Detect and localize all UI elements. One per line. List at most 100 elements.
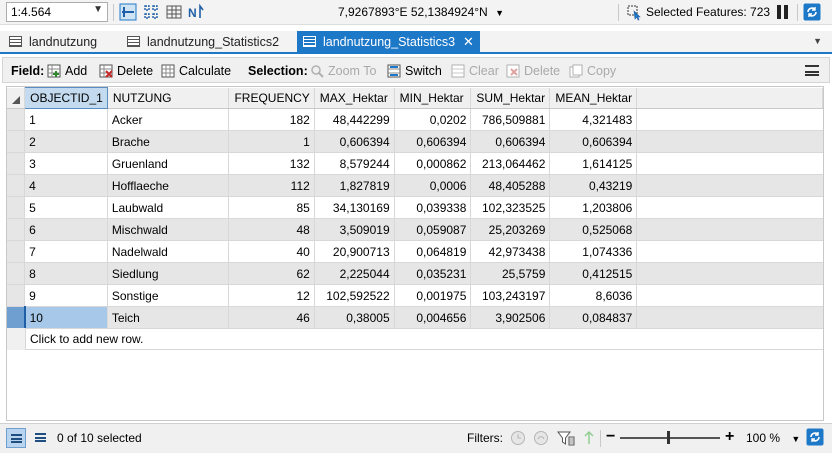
cell-frequency[interactable]: 46 [228, 306, 315, 329]
row-header[interactable] [7, 108, 26, 131]
cell-objectid[interactable]: 3 [24, 152, 108, 175]
delete-field-button[interactable]: Delete [99, 62, 153, 80]
cell-objectid[interactable]: 2 [24, 130, 108, 153]
column-header-max-hektar[interactable]: MAX_Hektar [314, 87, 395, 109]
zoom-in-button[interactable]: + [725, 428, 734, 446]
cell-frequency[interactable]: 62 [228, 262, 315, 285]
cell-frequency[interactable]: 48 [228, 218, 315, 241]
show-all-records-button[interactable] [6, 428, 26, 448]
cell-max-hektar[interactable]: 0,38005 [314, 306, 395, 329]
column-header-nutzung[interactable]: NUTZUNG [107, 87, 230, 109]
cell-nutzung[interactable]: Laubwald [107, 196, 230, 219]
table-row[interactable]: 2 Brache 1 0,606394 0,606394 0,606394 0,606394 [7, 130, 823, 153]
table-row[interactable]: 6 Mischwald 48 3,509019 0,059087 25,203269 0,5… [7, 218, 823, 241]
switch-selection-button[interactable]: Switch [387, 62, 442, 80]
cell-nutzung[interactable]: Siedlung [107, 262, 230, 285]
coordinates-readout[interactable]: 7,9267893°E 52,1384924°N ▼ [338, 5, 504, 19]
cell-nutzung[interactable]: Gruenland [107, 152, 230, 175]
add-field-button[interactable]: Add [47, 62, 87, 80]
cell-sum-hektar[interactable]: 0,606394 [470, 130, 551, 153]
table-row[interactable]: 3 Gruenland 132 8,579244 0,000862 213,064462 1… [7, 152, 823, 175]
table-grid-icon[interactable] [165, 3, 183, 21]
cell-min-hektar[interactable]: 0,039338 [394, 196, 472, 219]
cell-mean-hektar[interactable]: 0,084837 [549, 306, 638, 329]
cell-mean-hektar[interactable]: 1,203806 [549, 196, 638, 219]
cell-objectid[interactable]: 6 [24, 218, 108, 241]
tab-landnutzung[interactable]: landnutzung [9, 31, 97, 52]
cell-objectid[interactable]: 5 [24, 196, 108, 219]
row-header[interactable] [7, 196, 26, 219]
cell-sum-hektar[interactable]: 42,973438 [470, 240, 551, 263]
refresh-icon[interactable] [803, 3, 821, 21]
cell-max-hektar[interactable]: 3,509019 [314, 218, 395, 241]
row-header[interactable] [7, 284, 26, 307]
add-new-row[interactable]: Click to add new row. [7, 328, 823, 350]
zoom-slider[interactable] [620, 437, 720, 439]
table-row[interactable]: 10 Teich 46 0,38005 0,004656 3,902506 0,084837 [7, 306, 823, 329]
cell-nutzung[interactable]: Sonstige [107, 284, 230, 307]
cell-nutzung[interactable]: Brache [107, 130, 230, 153]
cell-min-hektar[interactable]: 0,000862 [394, 152, 472, 175]
menu-icon[interactable] [805, 65, 819, 76]
clear-selection-button[interactable]: Clear [451, 62, 499, 80]
cell-objectid[interactable]: 7 [24, 240, 108, 263]
cell-max-hektar[interactable]: 102,592522 [314, 284, 395, 307]
cell-frequency[interactable]: 182 [228, 108, 315, 131]
row-header[interactable] [7, 174, 26, 197]
attribute-table[interactable]: OBJECTID_1 NUTZUNG FREQUENCY MAX_Hektar … [6, 86, 824, 421]
cell-mean-hektar[interactable]: 0,525068 [549, 218, 638, 241]
cell-max-hektar[interactable]: 1,827819 [314, 174, 395, 197]
cell-mean-hektar[interactable]: 8,6036 [549, 284, 638, 307]
north-arrow-icon[interactable]: N [187, 3, 205, 21]
cell-mean-hektar[interactable]: 0,606394 [549, 130, 638, 153]
cell-sum-hektar[interactable]: 25,5759 [470, 262, 551, 285]
row-header[interactable] [7, 152, 26, 175]
grid-snap-icon[interactable] [142, 3, 160, 21]
pause-icon[interactable] [777, 5, 789, 19]
table-row[interactable]: 5 Laubwald 85 34,130169 0,039338 102,323525 1,… [7, 196, 823, 219]
table-row[interactable]: 4 Hofflaeche 112 1,827819 0,0006 48,405288 0,4… [7, 174, 823, 197]
cell-objectid[interactable]: 1 [24, 108, 108, 131]
cell-sum-hektar[interactable]: 3,902506 [470, 306, 551, 329]
cell-sum-hektar[interactable]: 48,405288 [470, 174, 551, 197]
delete-selection-button[interactable]: Delete [506, 62, 560, 80]
cell-mean-hektar[interactable]: 0,412515 [549, 262, 638, 285]
selected-features-icon[interactable] [625, 3, 643, 21]
table-row[interactable]: 9 Sonstige 12 102,592522 0,001975 103,243197 8… [7, 284, 823, 307]
cell-nutzung[interactable]: Mischwald [107, 218, 230, 241]
cell-mean-hektar[interactable]: 0,43219 [549, 174, 638, 197]
column-header-mean-hektar[interactable]: MEAN_Hektar [549, 87, 638, 109]
cell-max-hektar[interactable]: 8,579244 [314, 152, 395, 175]
range-filter-icon[interactable] [532, 429, 550, 447]
cell-sum-hektar[interactable]: 25,203269 [470, 218, 551, 241]
row-header[interactable] [7, 130, 26, 153]
sort-icon[interactable] [580, 429, 598, 447]
select-all-corner[interactable] [7, 87, 26, 109]
cell-frequency[interactable]: 112 [228, 174, 315, 197]
zoom-level-dropdown[interactable]: 100 % ▼ [746, 431, 800, 445]
cell-nutzung[interactable]: Teich [107, 306, 230, 329]
row-header[interactable] [7, 240, 26, 263]
chevron-down-icon[interactable]: ▼ [791, 434, 800, 444]
cell-min-hektar[interactable]: 0,0202 [394, 108, 472, 131]
cell-sum-hektar[interactable]: 213,064462 [470, 152, 551, 175]
row-header[interactable] [7, 218, 26, 241]
copy-selection-button[interactable]: Copy [569, 62, 616, 80]
zoom-out-button[interactable]: − [606, 428, 615, 446]
cell-sum-hektar[interactable]: 103,243197 [470, 284, 551, 307]
column-header-objectid[interactable]: OBJECTID_1 [24, 87, 108, 109]
chevron-down-icon[interactable]: ▼ [93, 4, 103, 15]
cell-min-hektar[interactable]: 0,0006 [394, 174, 472, 197]
cell-max-hektar[interactable]: 48,442299 [314, 108, 395, 131]
cell-objectid[interactable]: 10 [24, 306, 108, 329]
refresh-table-icon[interactable] [806, 428, 824, 446]
filter-by-extent-icon[interactable] [557, 429, 575, 447]
cell-nutzung[interactable]: Hofflaeche [107, 174, 230, 197]
tab-list-chevron-icon[interactable]: ▼ [813, 36, 822, 46]
cell-objectid[interactable]: 8 [24, 262, 108, 285]
cell-max-hektar[interactable]: 2,225044 [314, 262, 395, 285]
cell-min-hektar[interactable]: 0,059087 [394, 218, 472, 241]
column-header-min-hektar[interactable]: MIN_Hektar [394, 87, 472, 109]
table-row[interactable]: 8 Siedlung 62 2,225044 0,035231 25,5759 0,4125… [7, 262, 823, 285]
calculate-field-button[interactable]: Calculate [161, 62, 231, 80]
